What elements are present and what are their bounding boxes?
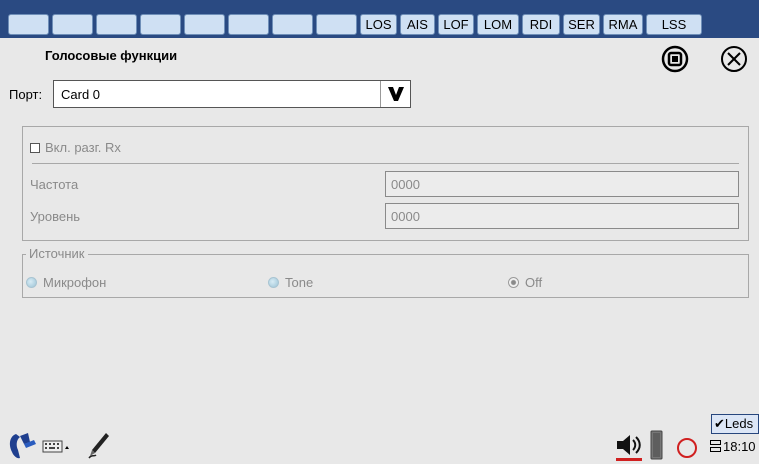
led-ais: AIS — [400, 14, 435, 35]
leds-toggle[interactable]: ✔Leds — [711, 414, 759, 434]
led-los: LOS — [360, 14, 397, 35]
close-button[interactable] — [719, 44, 749, 74]
stop-icon — [661, 45, 689, 73]
led-indicator — [140, 14, 181, 35]
radio-button[interactable] — [26, 277, 37, 288]
level-label: Уровень — [30, 209, 81, 224]
radio-label: Off — [525, 275, 543, 290]
led-indicator — [184, 14, 225, 35]
port-select[interactable]: Card 0 — [53, 80, 411, 108]
top-bar: LOS AIS LOF LOM RDI SER RMA LSS — [0, 0, 759, 38]
chevron-down-icon — [387, 87, 404, 101]
source-legend: Источник — [26, 246, 88, 261]
led-indicator — [96, 14, 137, 35]
clock-time: 18:10 — [723, 439, 756, 454]
logo-icon[interactable] — [6, 430, 42, 460]
port-value: Card 0 — [61, 86, 101, 102]
led-indicator — [316, 14, 357, 35]
rx-enable-label: Вкл. разг. Rx — [45, 140, 121, 155]
led-lss: LSS — [646, 14, 702, 35]
clock: 18:10 — [710, 439, 756, 454]
record-icon[interactable] — [675, 436, 699, 460]
battery-icon — [650, 430, 663, 460]
level-input[interactable]: 0000 — [385, 203, 739, 229]
led-strip: LOS AIS LOF LOM RDI SER RMA LSS — [8, 14, 759, 35]
led-indicator — [8, 14, 49, 35]
radio-label: Микрофон — [43, 275, 107, 290]
divider — [32, 163, 739, 164]
led-indicator — [52, 14, 93, 35]
stop-button[interactable] — [660, 44, 690, 74]
frequency-label: Частота — [30, 177, 79, 192]
radio-microphone[interactable]: Микрофон — [26, 275, 106, 290]
radio-off[interactable]: Off — [508, 275, 542, 290]
close-icon — [721, 46, 747, 72]
radio-tone[interactable]: Tone — [268, 275, 313, 290]
radio-label: Tone — [285, 275, 314, 290]
source-group — [22, 254, 749, 298]
led-lom: LOM — [477, 14, 519, 35]
speaker-icon[interactable] — [614, 431, 644, 461]
rx-enable-checkbox-row[interactable]: Вкл. разг. Rx — [30, 140, 121, 155]
led-lof: LOF — [438, 14, 474, 35]
port-label: Порт: — [9, 87, 43, 102]
radio-button[interactable] — [508, 277, 519, 288]
port-dropdown-button[interactable] — [380, 81, 410, 107]
led-rdi: RDI — [522, 14, 560, 35]
frequency-input[interactable]: 0000 — [385, 171, 739, 197]
led-rma: RMA — [603, 14, 643, 35]
rx-enable-checkbox[interactable] — [30, 142, 40, 153]
led-indicator — [272, 14, 313, 35]
radio-button[interactable] — [268, 277, 279, 288]
led-indicator — [228, 14, 269, 35]
pen-icon[interactable] — [86, 431, 112, 461]
network-icon — [710, 440, 721, 452]
led-ser: SER — [563, 14, 600, 35]
page-title: Голосовые функции — [45, 48, 178, 63]
keyboard-icon[interactable] — [42, 440, 72, 454]
